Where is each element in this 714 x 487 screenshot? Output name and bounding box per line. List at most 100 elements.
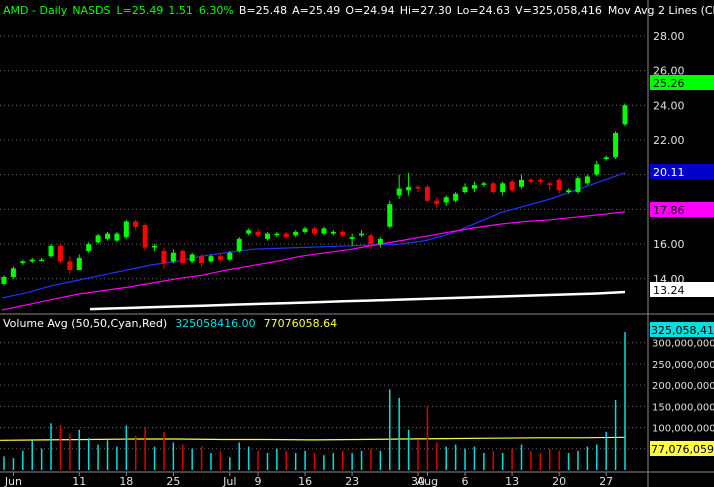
candle-body: [556, 179, 562, 191]
candle: [48, 244, 54, 258]
price-tick-label: 16.00: [653, 238, 685, 251]
candle: [264, 231, 270, 241]
candle-body: [10, 268, 16, 278]
candle: [443, 195, 449, 206]
candle-body: [359, 233, 365, 236]
candle: [471, 181, 477, 193]
candle-body: [471, 185, 477, 189]
volume-value1: 325058416.00: [175, 317, 255, 330]
price-header: AMD - Daily NASDS L=25.49 1.51 6.30% B=25.48 A…: [3, 4, 714, 17]
low: Lo=24.63: [457, 4, 510, 17]
stock-chart: 28.0026.0024.0022.0020.0018.0016.0014.00…: [0, 0, 714, 487]
candle: [519, 174, 524, 189]
interval: Daily: [39, 4, 67, 17]
candle-body: [584, 176, 590, 184]
candle: [67, 256, 73, 274]
candle: [161, 247, 167, 269]
candle-body: [330, 231, 336, 234]
candle-body: [443, 197, 449, 203]
candle: [95, 233, 101, 245]
candle: [415, 185, 421, 193]
study-name: Mov Avg 2 Lines (Ck: [608, 4, 714, 17]
series-line-mov-avg-200: [89, 290, 626, 311]
candle-body: [142, 224, 148, 248]
candle-body: [434, 200, 440, 205]
date-tick-label: 9: [255, 475, 262, 487]
candle: [199, 254, 205, 267]
candle-body: [312, 228, 317, 234]
bid: B=25.48: [239, 4, 287, 17]
candle-body: [208, 256, 214, 262]
candle: [396, 174, 402, 199]
candle-body: [575, 178, 581, 193]
volume: V=325,058,416: [515, 4, 602, 17]
candle-body: [415, 186, 421, 189]
volume-tick-label: 100,000,000: [652, 424, 714, 435]
candle-body: [594, 164, 600, 175]
candle-body: [462, 186, 468, 193]
volume-avg-badge: 77,076,059: [650, 441, 714, 456]
ma-magenta-badge: 17.86: [650, 202, 714, 217]
candle-body: [114, 233, 120, 241]
candle-body: [302, 228, 308, 232]
candle-body: [1, 277, 7, 284]
date-tick-label: 6: [462, 475, 469, 487]
date-tick-label: 25: [166, 475, 180, 487]
volume-label: Volume Avg (50,50,Cyan,Red): [3, 317, 167, 330]
date-tick-label: 11: [72, 475, 86, 487]
candle: [509, 179, 515, 193]
candle: [481, 181, 487, 187]
candle-body: [67, 261, 73, 271]
candle-body: [39, 259, 45, 262]
candle: [594, 160, 600, 177]
candle-body: [293, 231, 299, 236]
candle: [490, 181, 496, 194]
candle-body: [86, 244, 92, 252]
candle: [10, 266, 16, 279]
candle: [613, 131, 619, 160]
date-tick-label: 18: [119, 475, 133, 487]
change-pct: 6.30%: [199, 4, 234, 17]
candle: [359, 230, 365, 238]
candle: [189, 252, 195, 264]
candle-body: [566, 190, 572, 193]
exchange: NASDS: [72, 4, 110, 17]
volume-tick-label: 150,000,000: [652, 402, 714, 413]
candle: [424, 185, 430, 203]
candle-body: [133, 221, 139, 227]
candlesticks: [1, 103, 628, 286]
date-tick-label: 16: [298, 475, 312, 487]
series-line-volume-avg: [0, 436, 626, 441]
candle: [453, 192, 459, 203]
candle: [368, 233, 374, 250]
candle: [274, 231, 280, 238]
candle: [330, 230, 336, 236]
date-tick-label: 27: [599, 475, 613, 487]
candle: [20, 259, 26, 265]
volume-value2: 77076058.64: [264, 317, 337, 330]
candle-body: [377, 238, 383, 245]
candle-body: [199, 256, 205, 264]
candle-body: [246, 230, 252, 234]
candle: [208, 254, 214, 264]
date-tick-label: 13: [505, 475, 519, 487]
candle: [180, 249, 186, 265]
candle: [528, 178, 534, 184]
price-tick-label: 28.00: [653, 30, 685, 43]
candle: [133, 219, 139, 231]
candle-body: [500, 183, 506, 193]
volume-last-badge-label: 325,058,416: [651, 324, 714, 337]
candle-body: [340, 231, 346, 236]
candle-body: [528, 179, 534, 182]
candle: [255, 228, 261, 238]
symbol: AMD: [3, 4, 29, 17]
candle: [584, 174, 590, 186]
candle: [302, 226, 308, 234]
candle: [547, 181, 553, 191]
candle: [57, 244, 63, 264]
date-tick-label: Aug: [417, 475, 438, 487]
date-tick-label: Jul: [222, 475, 236, 487]
candle-body: [29, 259, 35, 262]
date-tick-label: 20: [552, 475, 566, 487]
candle: [462, 183, 468, 194]
